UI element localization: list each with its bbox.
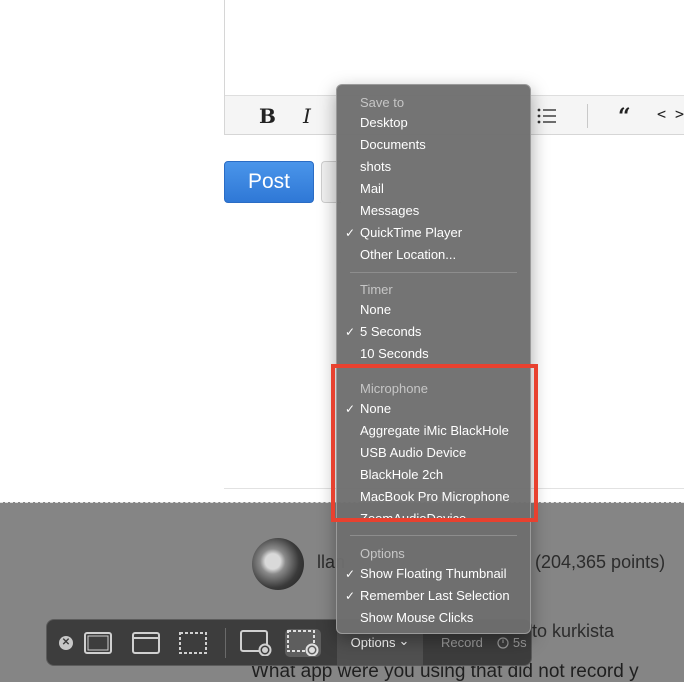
italic-icon[interactable]: I: [303, 104, 311, 128]
close-icon[interactable]: ✕: [59, 636, 73, 650]
menu-item-quicktime-player[interactable]: QuickTime Player: [360, 222, 526, 244]
reply-to-text: to kurkista: [532, 621, 615, 641]
menu-item-shots[interactable]: shots: [360, 156, 526, 178]
code-icon[interactable]: < >: [657, 105, 684, 123]
menu-item-mail[interactable]: Mail: [360, 178, 526, 200]
capture-window-icon[interactable]: [128, 629, 164, 657]
options-menu: Save to Desktop Documents shots Mail Mes…: [336, 84, 531, 634]
save-to-header: Save to: [360, 95, 405, 110]
timer-label: 5s: [512, 635, 527, 650]
record-label: Record: [441, 635, 483, 650]
menu-item-desktop[interactable]: Desktop: [360, 112, 526, 134]
checkmark-icon: ✓: [345, 325, 356, 339]
menu-item-timer-none[interactable]: None: [360, 299, 526, 321]
menu-item-10-seconds[interactable]: 10 Seconds: [360, 343, 526, 365]
checkmark-icon: ✓: [345, 226, 356, 240]
highlight-annotation: [331, 364, 538, 522]
capture-selection-icon[interactable]: [175, 629, 211, 657]
record-entire-screen-icon[interactable]: [238, 629, 274, 657]
options-header: Options: [360, 546, 405, 561]
bold-icon[interactable]: B: [259, 104, 276, 128]
menu-item-messages[interactable]: Messages: [360, 200, 526, 222]
timer-header: Timer: [360, 282, 393, 297]
menu-separator: [350, 272, 517, 273]
checkmark-icon: ✓: [345, 589, 356, 603]
menu-separator: [350, 535, 517, 536]
toolbar-divider: [225, 628, 226, 658]
timer-icon: [497, 636, 509, 649]
post-button[interactable]: Post: [224, 161, 314, 203]
record-selection-icon[interactable]: [285, 629, 321, 657]
menu-item-remember-last-selection[interactable]: Remember Last Selection: [360, 585, 526, 607]
menu-item-documents[interactable]: Documents: [360, 134, 526, 156]
chevron-down-icon: ⌄: [398, 632, 410, 648]
menu-item-show-mouse-clicks[interactable]: Show Mouse Clicks: [360, 607, 526, 629]
capture-entire-screen-icon[interactable]: [80, 629, 116, 657]
reply-points: (204,365 points): [535, 552, 666, 572]
checkmark-icon: ✓: [345, 567, 356, 581]
toolbar-divider: [587, 104, 588, 128]
menu-item-other-location[interactable]: Other Location...: [360, 244, 526, 266]
quote-icon[interactable]: “: [618, 104, 631, 130]
options-label: Options: [350, 635, 396, 650]
menu-item-5-seconds[interactable]: 5 Seconds: [360, 321, 526, 343]
menu-item-show-floating-thumbnail[interactable]: Show Floating Thumbnail: [360, 563, 526, 585]
bulleted-list-icon[interactable]: [537, 108, 557, 124]
avatar: [252, 538, 304, 590]
